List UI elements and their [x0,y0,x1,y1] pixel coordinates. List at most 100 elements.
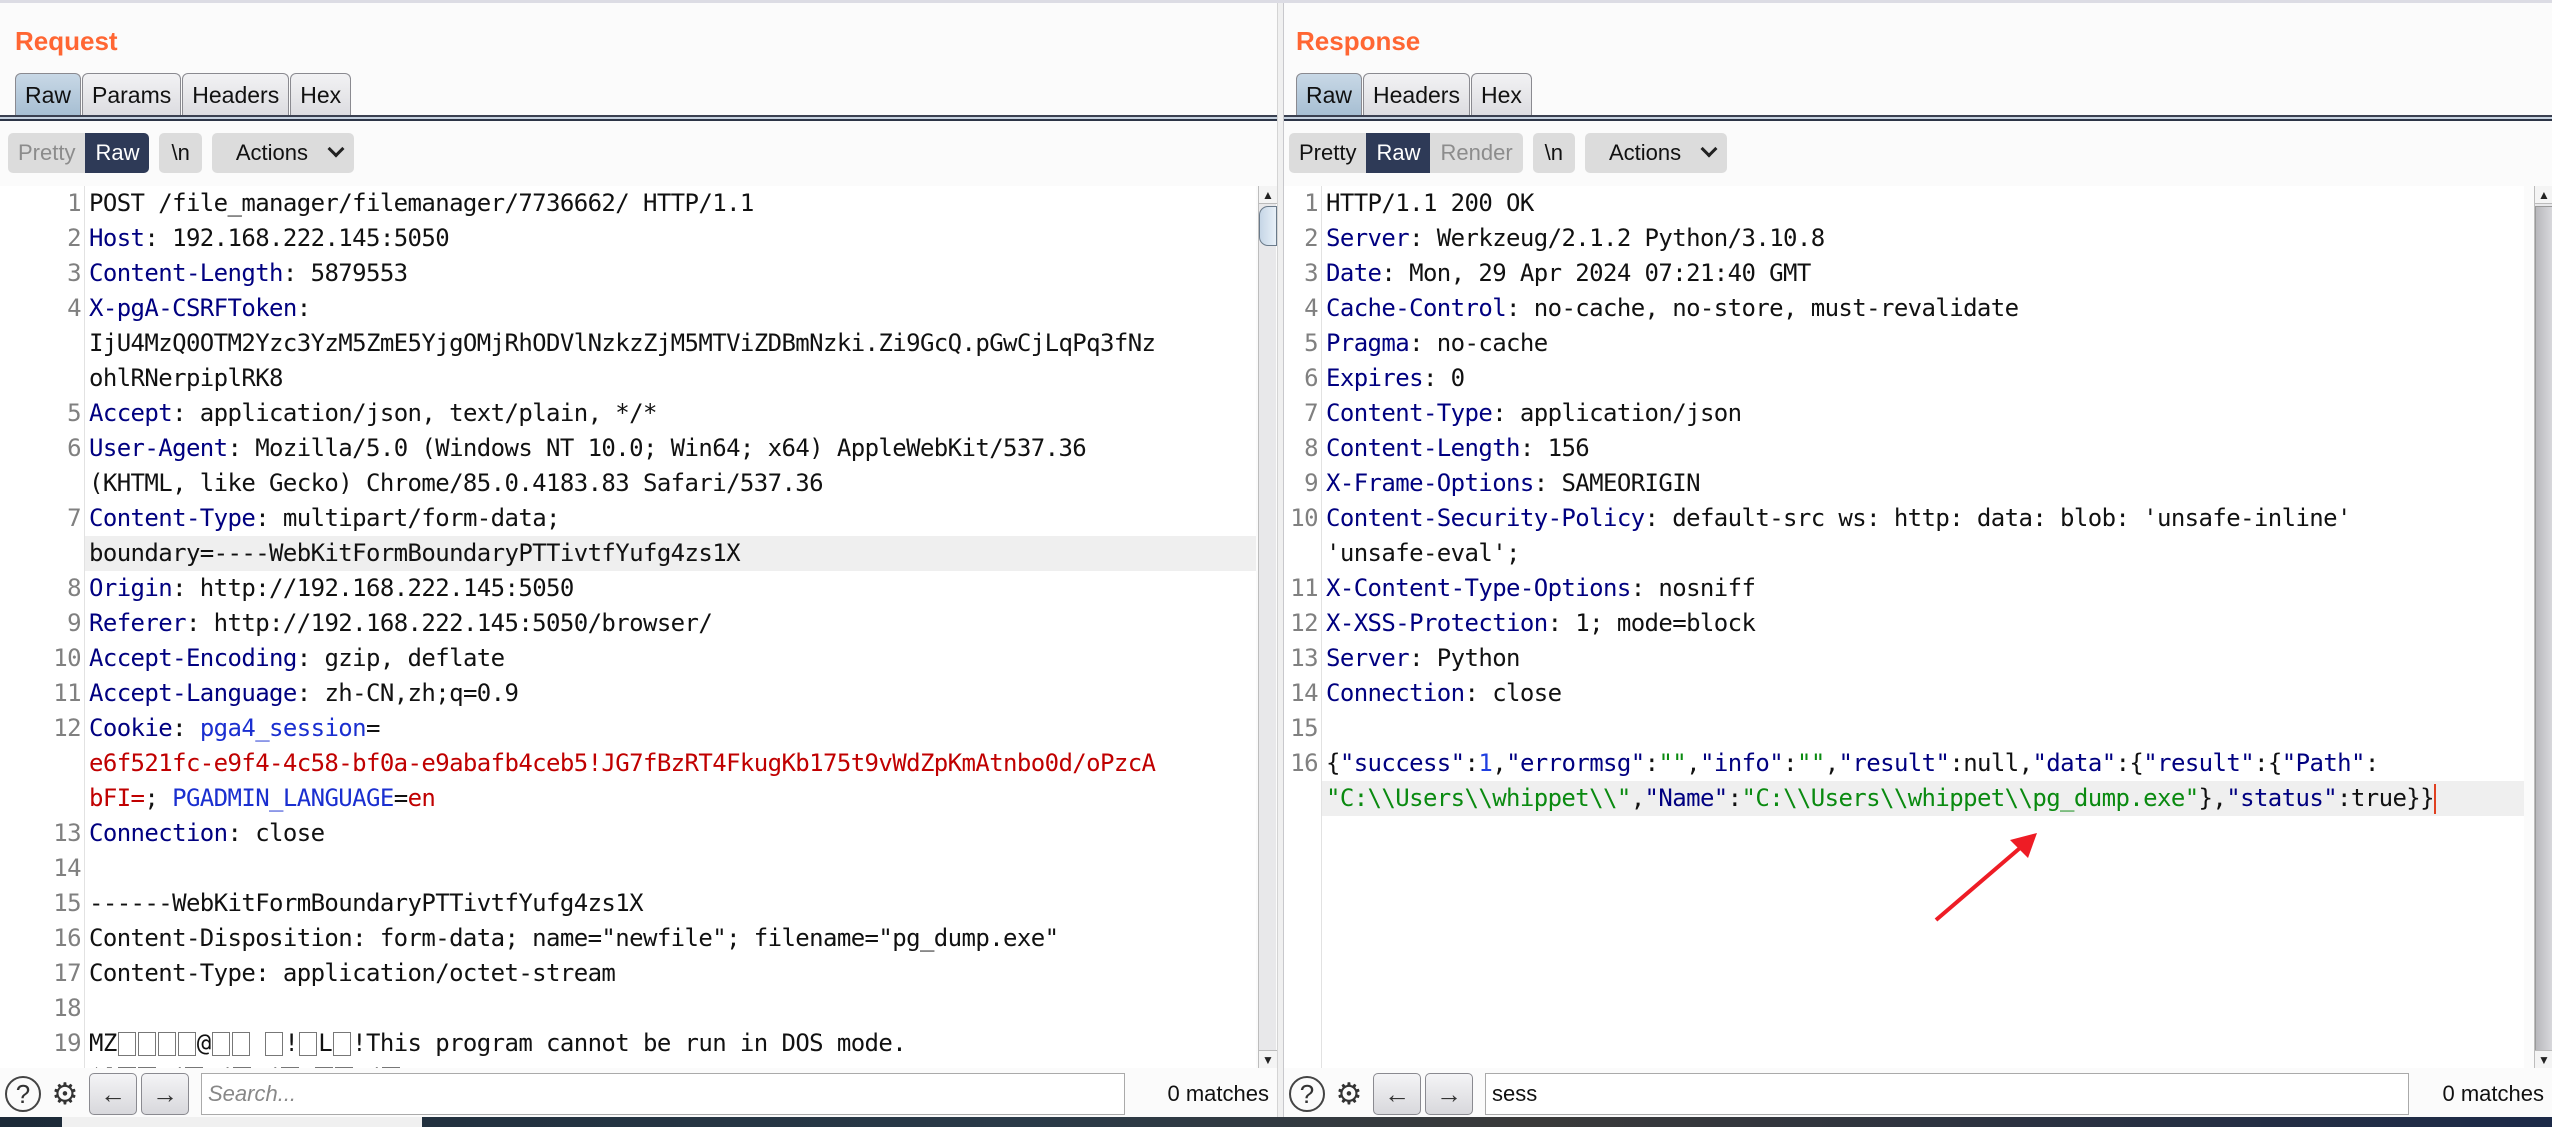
request-scrollbar[interactable]: ▲ ▼ [1258,186,1277,1068]
code-line: IjU4MzQ0OTM2Yzc3YzM5ZmE5YjgOMjRhODVlNzkz… [0,326,1256,361]
token-text: : multipart/form-data; [255,504,560,532]
tab-params[interactable]: Params [82,73,182,116]
token-text: : http://192.168.222.145:5050/browser/ [185,609,713,637]
line-number: 7 [67,504,81,532]
help-icon[interactable]: ? [1289,1076,1325,1112]
line-number: 2 [1304,224,1318,252]
token-text: : Mozilla/5.0 (Windows NT 10.0; Win64; x… [227,434,1087,462]
previous-match-button[interactable]: ← [89,1073,137,1115]
panel-splitter[interactable] [1277,3,1284,1117]
line-number: 9 [67,609,81,637]
tab-raw[interactable]: Raw [15,73,82,116]
line-number [0,746,85,781]
line-text: Date: Mon, 29 Apr 2024 07:21:40 GMT [1322,256,2524,291]
token-text: : [1727,784,1742,812]
line-text: Cookie: pga4_session= [85,711,1256,746]
code-line: 8 Origin: http://192.168.222.145:5050 [0,571,1256,606]
code-line: 2 Server: Werkzeug/2.1.2 Python/3.10.8 [1284,221,2524,256]
response-search-bar: ? ⚙ ← → 0 matches [1284,1071,2552,1117]
scroll-up-icon[interactable]: ▲ [1259,186,1277,204]
token-text: :{ [2254,749,2282,777]
tab-raw[interactable]: Raw [1296,73,1363,116]
line-text: Cache-Control: no-cache, no-store, must-… [1322,291,2524,326]
token-text: D [401,1064,415,1068]
scroll-thumb[interactable] [2535,206,2552,1066]
line-text: Host: 192.168.222.145:5050 [85,221,1256,256]
code-line: 8 Content-Length: 156 [1284,431,2524,466]
token-text: @ [196,1029,211,1057]
code-line: 10 Accept-Encoding: gzip, deflate [0,641,1256,676]
token-key: PGADMIN_LANGUAGE [172,784,394,812]
scroll-thumb[interactable] [1259,206,1277,246]
token-text: : 0 [1422,364,1465,392]
raw-button[interactable]: Raw [85,133,150,173]
tab-headers[interactable]: Headers [1363,73,1470,116]
tab-hex[interactable]: Hex [290,73,352,116]
token-text: : 1; mode=block [1547,609,1756,637]
pretty-button[interactable]: Pretty [8,133,85,173]
token-text: Content-Disposition: form-data; name="ne… [89,924,1059,952]
tab-headers[interactable]: Headers [182,73,290,116]
scroll-up-icon[interactable]: ▲ [2535,186,2552,204]
token-text: : application/json [1492,399,1742,427]
previous-match-button[interactable]: ← [1373,1073,1421,1115]
token-key: Server [1326,224,1410,252]
gear-icon[interactable]: ⚙ [45,1073,85,1115]
response-scrollbar[interactable]: ▲ ▼ [2534,186,2552,1068]
token-key: X-pgA-CSRFToken [89,294,297,322]
code-line: 12 Cookie: pga4_session= [0,711,1256,746]
token-text: }, [2198,784,2227,812]
code-line: 7 Content-Type: application/json [1284,396,2524,431]
token-key: Content-Type [89,504,256,532]
code-line: 18 [0,991,1256,1026]
actions-menu-container: Actions [1585,133,1728,173]
line-number: 20 [0,1061,85,1068]
line-number: 7 [1304,399,1318,427]
code-line: 6 Expires: 0 [1284,361,2524,396]
line-number: 4 [67,294,81,322]
newline-toggle-button[interactable]: \n [159,133,201,173]
request-editor[interactable]: 1 POST /file_manager/filemanager/7736662/… [0,186,1256,1068]
next-match-button[interactable]: → [1425,1073,1473,1115]
search-input[interactable] [201,1073,1125,1115]
response-editor[interactable]: 1 HTTP/1.1 200 OK 2 Server: Werkzeug/2.1.2 … [1284,186,2524,1068]
token-text: boundary=----WebKitFormBoundaryPTTivtfYu… [89,539,741,567]
token-text: : default-src ws: http: data: blob: 'uns… [1644,504,2352,532]
line-number [0,361,85,396]
next-match-button[interactable]: → [141,1073,189,1115]
line-number: 12 [53,714,81,742]
code-line: 2 Host: 192.168.222.145:5050 [0,221,1256,256]
code-line: e6f521fc-e9f4-4c58-bf0a-e9abafb4ceb5!JG7… [0,746,1256,781]
response-title: Response [1296,26,1421,56]
line-number [0,781,85,816]
line-number: 13 [1290,644,1318,672]
scroll-down-icon[interactable]: ▼ [2535,1050,2552,1068]
token-text: = [366,714,380,742]
scroll-down-icon[interactable]: ▼ [1259,1050,1277,1068]
help-icon[interactable]: ? [5,1076,41,1112]
render-button[interactable]: Render [1430,133,1522,173]
search-input[interactable] [1485,1073,2409,1115]
token-text: 0( [252,1064,280,1068]
line-text: X-XSS-Protection: 1; mode=block [1322,606,2524,641]
actions-menu-button[interactable]: Actions [212,133,354,173]
token-text: : [296,294,311,322]
unprintable-char-glyph [265,1032,284,1056]
line-number: 2 [67,224,81,252]
token-text: D [300,1064,314,1068]
token-text: : zh-CN,zh;q=0.9 [296,679,519,707]
token-text: ! [284,1029,299,1057]
code-line: 12 X-XSS-Protection: 1; mode=block [1284,606,2524,641]
code-line: (KHTML, like Gecko) Chrome/85.0.4183.83 … [0,466,1256,501]
line-number: 3 [1304,259,1318,287]
actions-menu-button[interactable]: Actions [1585,133,1727,173]
token-text: L [318,1029,333,1057]
request-lines: 1 POST /file_manager/filemanager/7736662/… [0,186,1256,1068]
raw-button[interactable]: Raw [1366,133,1431,173]
taskbar-item[interactable] [62,1117,422,1127]
newline-toggle-button[interactable]: \n [1533,133,1575,173]
tab-hex[interactable]: Hex [1470,73,1532,116]
token-text: MZ [89,1029,117,1057]
gear-icon[interactable]: ⚙ [1329,1073,1369,1115]
pretty-button[interactable]: Pretty [1289,133,1366,173]
